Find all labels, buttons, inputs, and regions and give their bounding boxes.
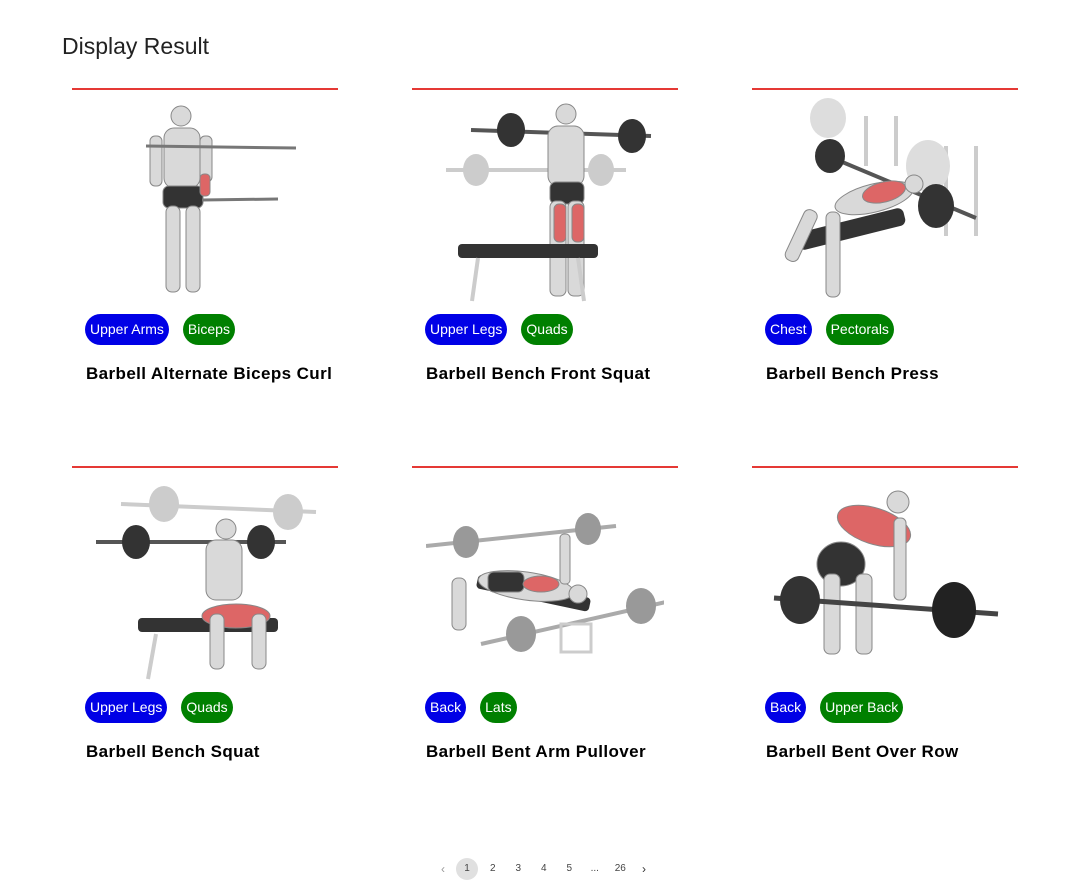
exercise-name[interactable]: Barbell Bent Over Row: [766, 742, 959, 762]
target-muscle-tag[interactable]: Lats: [480, 692, 517, 723]
exercise-name[interactable]: Barbell Bent Arm Pullover: [426, 742, 646, 762]
target-muscle-tag[interactable]: Upper Back: [820, 692, 904, 723]
chevron-left-icon[interactable]: ‹: [432, 858, 454, 880]
card-divider: [72, 88, 338, 90]
page-button-last[interactable]: 26: [608, 858, 634, 880]
exercise-card[interactable]: Chest Pectorals Barbell Bench Press: [752, 88, 1018, 428]
body-part-tag[interactable]: Upper Legs: [425, 314, 508, 345]
page-button[interactable]: 3: [506, 858, 532, 880]
body-part-tag[interactable]: Upper Arms: [85, 314, 169, 345]
card-divider: [752, 88, 1018, 90]
page-title: Display Result: [62, 33, 209, 59]
page-ellipsis: ...: [590, 863, 599, 874]
pagination: ‹ 1 2 3 4 5 ... 26 ›: [432, 858, 655, 880]
card-divider: [752, 466, 1018, 468]
exercise-name[interactable]: Barbell Bench Squat: [86, 742, 260, 762]
target-muscle-tag[interactable]: Quads: [181, 692, 233, 723]
exercise-card[interactable]: Upper Arms Biceps Barbell Alternate Bice…: [72, 88, 338, 428]
exercise-name[interactable]: Barbell Bench Front Squat: [426, 364, 650, 384]
exercise-illustration[interactable]: [426, 474, 664, 684]
exercise-card[interactable]: Upper Legs Quads Barbell Bench Squat: [72, 466, 338, 806]
exercise-illustration[interactable]: [766, 474, 1004, 684]
exercise-card[interactable]: Upper Legs Quads Barbell Bench Front Squ…: [412, 88, 678, 428]
card-divider: [72, 466, 338, 468]
page-button[interactable]: 4: [531, 858, 557, 880]
exercise-illustration[interactable]: [766, 96, 1004, 306]
page-button[interactable]: 2: [480, 858, 506, 880]
card-divider: [412, 466, 678, 468]
exercise-name[interactable]: Barbell Bench Press: [766, 364, 939, 384]
page-button[interactable]: 5: [557, 858, 583, 880]
body-part-tag[interactable]: Back: [765, 692, 807, 723]
exercise-illustration[interactable]: [86, 96, 324, 306]
body-part-tag[interactable]: Upper Legs: [85, 692, 168, 723]
page-button-current[interactable]: 1: [456, 858, 478, 880]
body-part-tag[interactable]: Back: [425, 692, 467, 723]
target-muscle-tag[interactable]: Quads: [521, 314, 573, 345]
body-part-tag[interactable]: Chest: [765, 314, 812, 345]
card-divider: [412, 88, 678, 90]
exercise-card[interactable]: Back Upper Back Barbell Bent Over Row: [752, 466, 1018, 806]
chevron-right-icon[interactable]: ›: [633, 858, 655, 880]
target-muscle-tag[interactable]: Pectorals: [825, 314, 894, 345]
exercise-illustration[interactable]: [426, 96, 664, 306]
exercise-name[interactable]: Barbell Alternate Biceps Curl: [86, 364, 332, 384]
exercise-card[interactable]: Back Lats Barbell Bent Arm Pullover: [412, 466, 678, 806]
target-muscle-tag[interactable]: Biceps: [182, 314, 235, 345]
exercise-illustration[interactable]: [86, 474, 324, 684]
